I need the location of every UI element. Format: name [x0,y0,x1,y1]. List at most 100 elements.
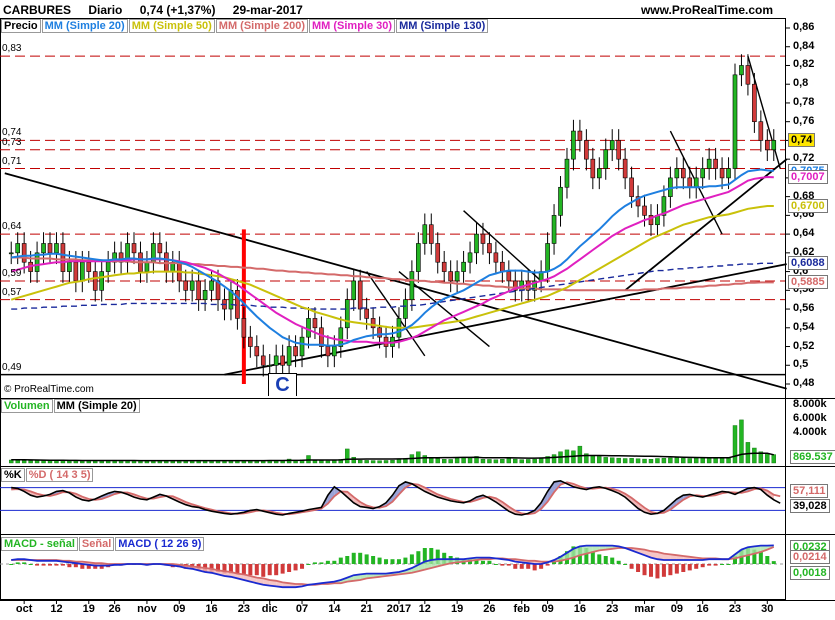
candle-body [403,299,408,319]
level-label: 0,57 [2,286,22,298]
x-tick-label: 23 [606,603,619,615]
macd-histogram-bar [668,564,673,576]
x-tick-label: 21 [360,603,373,615]
volume-bar [319,460,324,464]
legend-macd-hist[interactable]: MACD - señal [1,537,78,551]
ma30-badge: 0,7007 [788,170,828,185]
candle-body [493,252,499,263]
volume-bar [622,458,628,464]
candle-body [752,83,757,122]
volume-bar [441,459,447,464]
legend-mm200[interactable]: MM (Simple 200) [215,19,308,33]
legend-mm130[interactable]: MM (Simple 130) [396,19,489,33]
x-tick-label: 07 [295,603,309,615]
price-tick-label: 0,56 [793,302,815,315]
macd-histogram-bar [610,557,615,564]
candle-body [590,158,596,179]
legend-price[interactable]: Precio [1,19,41,33]
macd-histogram-bar [771,561,776,564]
volume-bar [538,458,544,464]
stoch-legend: %K %D ( 14 3 5) [1,468,94,482]
price-tick-label: 0,5 [793,358,809,371]
candle-body [15,243,20,254]
macd-histogram-bar [384,559,389,564]
volume-bar [370,460,376,464]
macd-histogram-bar [371,556,376,564]
macd-histogram-bar [765,556,770,564]
volume-bar [487,459,492,464]
macd-histogram-bar [720,564,725,565]
volume-bar [480,459,486,464]
volume-tick-label: 8.000k [793,398,827,410]
legend-macd-line[interactable]: MACD ( 12 26 9) [115,537,205,551]
volume-bar [577,445,583,464]
volume-bar [448,459,453,464]
macd-histogram-bar [642,564,647,576]
volume-bar [377,460,382,464]
x-tick-label: 23 [728,603,742,615]
macd-histogram-bar [293,564,298,571]
candle-body [86,261,92,272]
volume-bar [694,457,699,464]
volume-bar [21,460,27,464]
macd-histogram-bar [48,564,53,566]
volume-bar [726,457,731,464]
volume-bar [590,455,596,464]
volume-bar [745,442,751,464]
legend-stoch-d[interactable]: %D ( 14 3 5) [25,468,94,482]
chart-canvas[interactable] [0,0,835,620]
macd-histogram-bar [377,557,382,564]
candle-body [480,233,486,244]
price-tick-label: 0,84 [793,39,815,52]
volume-bar [661,458,667,464]
volume-bar [500,459,505,464]
candle-body [280,355,285,366]
legend-volume[interactable]: Volumen [1,399,53,413]
macd-histogram-bar [332,560,337,564]
macd-histogram-bar [345,556,350,564]
macd-histogram-bar [312,562,317,564]
candle-body [92,271,98,291]
volume-bar [668,457,673,464]
candle-body [370,318,376,329]
candle-body [377,327,382,338]
candle-body [719,168,725,179]
candle-body [248,336,253,347]
volume-bar [357,459,363,464]
legend-mm20[interactable]: MM (Simple 20) [41,19,128,33]
macd-histogram-bar [480,560,485,564]
candle-body [564,158,570,188]
macd-histogram-bar [597,554,602,564]
candle-body [157,243,163,254]
volume-bar [364,460,369,464]
volume-bar [325,460,331,464]
candle-body [99,271,105,291]
legend-stoch-k[interactable]: %K [1,468,25,482]
candle-body [758,121,764,141]
macd-histogram-bar [526,564,531,569]
volume-legend: Volumen MM (Simple 20) [1,399,141,413]
candle-body [332,346,337,357]
x-tick-label: 14 [328,603,341,615]
candle-body [306,318,311,338]
candle-body [467,252,473,263]
candle-body [209,280,214,291]
candle-body [545,243,550,272]
macd-histogram-bar [661,564,666,577]
ma130-badge: 0,6088 [788,256,828,271]
level-label: 0,71 [2,155,22,167]
volume-bar [681,458,686,464]
macd-histogram-bar [351,552,356,564]
macd-histogram-bar [487,560,492,564]
candle-body [441,261,447,272]
volume-bar [390,459,395,464]
legend-mm30[interactable]: MM (Simple 30) [308,19,396,33]
legend-volume-mm20[interactable]: MM (Simple 20) [53,399,140,413]
volume-tick-label: 4.000k [793,426,827,438]
legend-mm50[interactable]: MM (Simple 50) [128,19,215,33]
candle-body [674,168,680,179]
volume-bar [713,457,718,464]
candle-body [461,261,466,272]
macd-histogram-bar [506,564,511,566]
legend-macd-signal[interactable]: Señal [78,537,115,551]
